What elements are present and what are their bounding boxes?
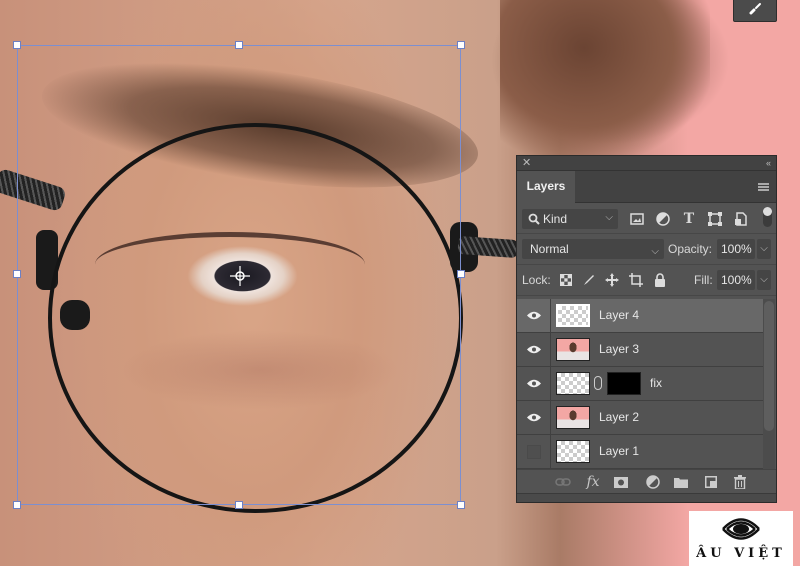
panel-menu-icon[interactable] [758,183,769,191]
layer-thumbnail[interactable] [556,372,590,395]
filter-kind-label: Kind [543,212,568,226]
filter-kind-select[interactable]: Kind ⌵ [522,209,618,229]
blend-mode-select[interactable]: Normal ⌵ [522,239,664,259]
visibility-toggle[interactable] [517,367,551,400]
lock-position-icon[interactable] [605,273,619,287]
blend-row: Normal ⌵ Opacity: 100% ⌵ [517,234,776,265]
fx-icon[interactable]: fx [585,474,601,490]
layer-name[interactable]: Layer 1 [599,435,639,468]
new-group-icon[interactable] [673,474,689,490]
layer-thumbnail[interactable] [556,406,590,429]
hidden-visibility-box [526,444,541,459]
layers-panel: ✕ ‹‹ Layers Kind ⌵ T Normal ⌵ Opacity: 1… [516,155,777,503]
transform-handle-bottom-left[interactable] [13,501,21,509]
transform-handle-middle-right[interactable] [457,270,465,278]
mask-link-icon[interactable] [594,376,602,390]
layer-thumbnail[interactable] [556,440,590,463]
smart-object-filter-icon[interactable] [733,211,749,227]
panel-tab-row: Layers [517,171,776,203]
opacity-input[interactable]: 100% [717,239,755,259]
visibility-toggle[interactable] [517,299,551,332]
panel-titlebar[interactable]: ✕ ‹‹ [517,156,776,171]
visibility-toggle[interactable] [517,401,551,434]
collapse-panel-icon[interactable]: ‹‹ [766,156,771,170]
layer-row-fix[interactable]: fix [517,367,763,401]
lock-row: Lock: Fill: 100% ⌵ [517,265,776,296]
panel-resize-bar[interactable] [517,493,776,502]
filter-toggle-switch[interactable] [763,207,772,227]
shape-layer-filter-icon[interactable] [707,211,723,227]
link-layers-icon[interactable] [555,474,571,490]
visibility-toggle[interactable] [517,333,551,366]
tab-layers[interactable]: Layers [517,171,575,203]
lock-all-icon[interactable] [653,273,667,287]
adjustment-layer-filter-icon[interactable] [655,211,671,227]
eye-icon [526,345,541,354]
hair-area [500,0,710,160]
transform-handle-top-right[interactable] [457,41,465,49]
watermark-logo: ÂU VIỆT [689,511,793,566]
layer-name[interactable]: Layer 3 [599,333,639,366]
pixel-layer-filter-icon[interactable] [629,211,645,227]
adjustment-layer-icon[interactable] [645,474,661,490]
layer-row-layer-1[interactable]: Layer 1 [517,435,763,469]
visibility-toggle[interactable] [517,435,551,468]
filter-row: Kind ⌵ T [517,203,776,234]
opacity-dropdown-button[interactable]: ⌵ [757,239,771,259]
transform-handle-bottom-center[interactable] [235,501,243,509]
fill-label: Fill: [694,273,713,287]
brush-tool-button[interactable] [733,0,777,22]
transform-handle-top-left[interactable] [13,41,21,49]
watermark-text: ÂU VIỆT [696,546,786,561]
lock-image-pixels-icon[interactable] [582,273,596,287]
transform-reference-point-icon[interactable] [230,266,250,286]
search-icon [528,213,540,225]
lock-label: Lock: [522,273,551,287]
layer-thumbnail[interactable] [556,338,590,361]
layer-name[interactable]: Layer 4 [599,299,639,332]
brush-icon [749,3,761,15]
eye-icon [526,413,541,422]
type-layer-filter-icon[interactable]: T [681,211,697,227]
layers-footer-toolbar: fx [517,469,776,494]
layer-row-layer-2[interactable]: Layer 2 [517,401,763,435]
layer-name[interactable]: Layer 2 [599,401,639,434]
lock-transparent-pixels-icon[interactable] [559,273,573,287]
layer-row-layer-3[interactable]: Layer 3 [517,333,763,367]
layer-name[interactable]: fix [650,367,662,400]
new-layer-icon[interactable] [703,474,719,490]
fill-dropdown-button[interactable]: ⌵ [757,270,771,290]
opacity-label: Opacity: [668,242,713,256]
eye-logo-icon [722,518,760,540]
chevron-down-icon: ⌵ [605,212,613,223]
layer-row-layer-4[interactable]: Layer 4 [517,299,763,333]
transform-handle-middle-left[interactable] [13,270,21,278]
blend-mode-value: Normal [530,242,569,256]
layers-list: Layer 4 Layer 3 fix Layer 2 Layer 1 [517,299,763,469]
trash-icon[interactable] [732,474,748,490]
layers-scrollbar[interactable] [764,301,774,431]
eye-icon [526,379,541,388]
chevron-down-icon: ⌵ [651,246,659,257]
lock-artboard-icon[interactable] [629,273,643,287]
layer-thumbnail[interactable] [556,304,590,327]
transform-handle-top-center[interactable] [235,41,243,49]
add-mask-icon[interactable] [613,474,629,490]
transform-handle-bottom-right[interactable] [457,501,465,509]
close-panel-icon[interactable]: ✕ [522,156,531,170]
layer-mask-thumbnail[interactable] [607,372,641,395]
fill-input[interactable]: 100% [717,270,755,290]
eye-icon [526,311,541,320]
